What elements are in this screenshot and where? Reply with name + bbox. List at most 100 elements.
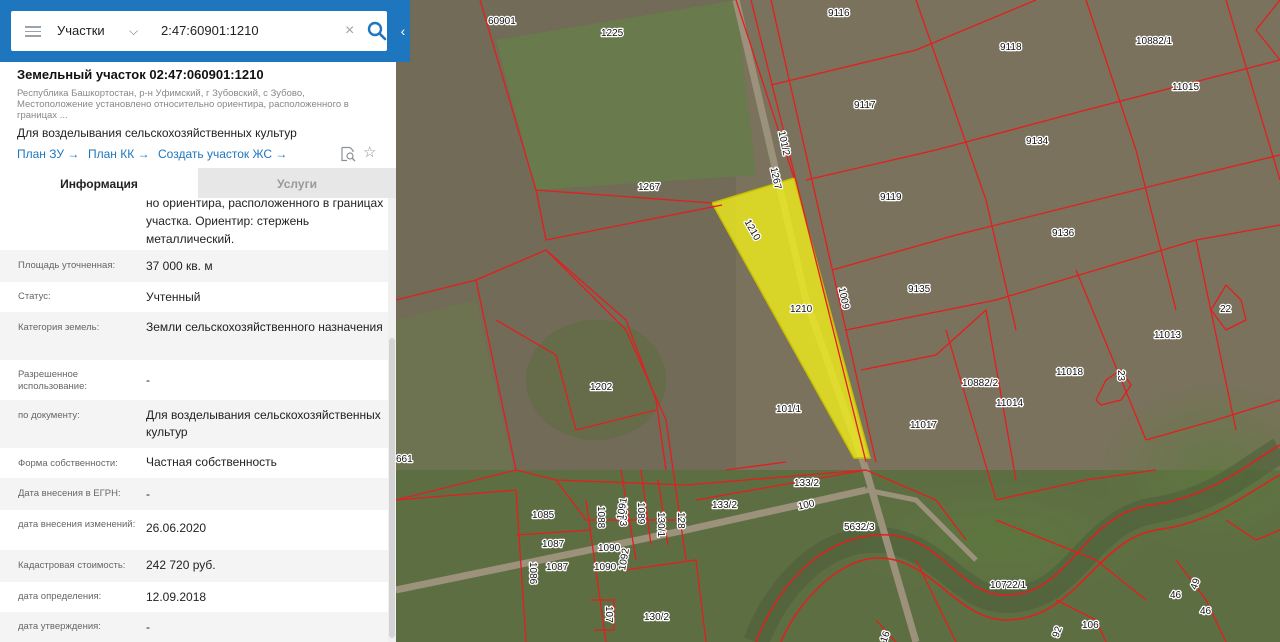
parcel-label: 10882/2 (962, 378, 999, 389)
info-row: по документу: Для возделывания сельскохо… (0, 400, 388, 448)
parcel-label: 11013 (1154, 330, 1182, 341)
hamburger-icon[interactable] (25, 26, 41, 37)
parcel-label: 9119 (880, 192, 902, 203)
info-value: 26.06.2020 (146, 521, 207, 535)
info-label: Разрешенное использование: (18, 369, 88, 392)
parcel-label: 1225 (601, 28, 624, 39)
info-label: Категория земель: (18, 322, 100, 333)
info-panel: Участки ⌵ 2:47:60901:1210 × Земельный уч… (0, 0, 396, 642)
search-icon[interactable] (367, 21, 387, 41)
object-purpose: Для возделывания сельскохозяйственных ку… (17, 126, 297, 140)
parcel-label: 10882/1 (1136, 36, 1173, 47)
info-row-continuation: но ориентира, расположенного в границах … (0, 198, 388, 250)
parcel-label: 128 (675, 512, 686, 529)
parcel-label: 60901 (488, 16, 516, 27)
close-icon[interactable]: × (345, 11, 354, 51)
info-label: дата утверждения: (18, 621, 101, 632)
search-box: Участки ⌵ 2:47:60901:1210 × (11, 11, 387, 51)
info-list: но ориентира, расположенного в границах … (0, 198, 388, 642)
info-label: дата внесения изменений: (18, 519, 136, 530)
document-search-icon[interactable] (340, 146, 356, 162)
parcel-label: 1267 (638, 182, 661, 193)
parcel-label: 1090 (598, 543, 621, 554)
chevron-down-icon[interactable]: ⌵ (129, 11, 138, 51)
parcel-label: 107 (603, 606, 614, 623)
cadastral-map[interactable]: 60901 1225 9116 9118 10882/1 11015 9117 … (396, 0, 1280, 642)
info-label: Форма собственности: (18, 458, 118, 469)
info-value: - (146, 487, 150, 501)
parcel-label: 1089 (635, 502, 646, 525)
chevron-left-icon[interactable]: ‹ (396, 0, 410, 62)
info-value: - (146, 620, 150, 634)
parcel-label: 1210 (790, 304, 813, 315)
plan-kk-link[interactable]: План КК → (88, 147, 150, 161)
info-value: Для возделывания сельскохозяйственных ку… (146, 408, 381, 439)
scrollbar-thumb[interactable] (389, 338, 395, 638)
parcel-label: 101/1 (776, 404, 801, 415)
info-value: Частная собственность (146, 455, 277, 469)
search-bar: Участки ⌵ 2:47:60901:1210 × (0, 0, 396, 62)
info-row: Кадастровая стоимость: 242 720 руб. (0, 550, 388, 582)
info-row: дата внесения изменений: 26.06.2020 (0, 510, 388, 550)
parcel-label: 5632/3 (844, 522, 875, 533)
plan-zu-link[interactable]: План ЗУ → (17, 147, 79, 161)
parcel-label: 9117 (854, 100, 876, 111)
parcel-label: 1087 (546, 562, 569, 573)
parcel-label: 46 (1200, 606, 1212, 617)
info-row: Статус: Учтенный (0, 282, 388, 312)
info-value: 12.09.2018 (146, 590, 207, 604)
tab-services[interactable]: Услуги (198, 168, 396, 198)
parcel-label: 23 (1115, 370, 1126, 382)
create-zhs-link[interactable]: Создать участок ЖС → (158, 147, 287, 161)
parcel-label: 1202 (590, 382, 613, 393)
star-icon[interactable]: ☆ (363, 145, 376, 161)
parcel-label: 661 (396, 454, 413, 465)
scrollbar[interactable] (388, 198, 396, 642)
parcel-label: 133/2 (794, 478, 819, 489)
parcel-label: 46 (1170, 590, 1182, 601)
parcel-label: 1086 (527, 562, 538, 585)
info-row: Площадь уточненная: 37 000 кв. м (0, 250, 388, 282)
parcel-label: 1085 (532, 510, 555, 521)
search-input[interactable]: 2:47:60901:1210 (161, 11, 337, 51)
parcel-label: 1088 (595, 506, 606, 529)
info-row: дата утверждения: - (0, 612, 388, 642)
info-row: Разрешенное использование: - (0, 360, 388, 400)
info-label: Кадастровая стоимость: (18, 560, 126, 571)
info-value: Учтенный (146, 290, 201, 304)
info-label: по документу: (18, 410, 80, 421)
parcel-label: 133/2 (712, 500, 737, 511)
info-value: 242 720 руб. (146, 558, 216, 572)
info-row: Дата внесения в ЕГРН: - (0, 478, 388, 510)
object-title: Земельный участок 02:47:060901:1210 (17, 67, 264, 82)
panel-tabs: Информация Услуги (0, 168, 396, 198)
info-label: Дата внесения в ЕГРН: (18, 488, 121, 499)
parcel-label: 22 (1220, 304, 1232, 315)
parcel-label: 10722/1 (990, 580, 1027, 591)
info-label: Статус: (18, 291, 51, 302)
parcel-label: 11017 (910, 420, 938, 431)
parcel-label: 130/2 (644, 612, 669, 623)
info-value: Земли сельскохозяйственного назначения (146, 320, 383, 334)
parcel-label: 106 (1082, 620, 1099, 631)
category-select-label: Участки (57, 23, 105, 38)
info-row: Форма собственности: Частная собственнос… (0, 448, 388, 478)
info-value: 37 000 кв. м (146, 259, 213, 273)
parcel-label: 9134 (1026, 136, 1049, 147)
tab-information[interactable]: Информация (0, 168, 198, 198)
info-label: Площадь уточненная: (18, 260, 116, 271)
info-value: - (146, 373, 150, 387)
parcel-label: 9118 (1000, 42, 1022, 53)
info-row: дата определения: 12.09.2018 (0, 582, 388, 612)
parcel-label: 1087 (542, 539, 565, 550)
parcel-label: 11015 (1172, 82, 1200, 93)
parcel-label: 130/1 (655, 512, 666, 537)
parcel-label: 9116 (828, 8, 850, 19)
parcel-label: 11014 (996, 398, 1024, 409)
info-partial-text: но ориентира, расположенного в границах … (146, 198, 384, 246)
parcel-label: 11018 (1056, 367, 1084, 378)
object-address: Республика Башкортостан, р-н Уфимский, г… (17, 88, 349, 121)
info-label: дата определения: (18, 591, 102, 602)
parcel-label: 9136 (1052, 228, 1075, 239)
parcel-label: 9135 (908, 284, 931, 295)
